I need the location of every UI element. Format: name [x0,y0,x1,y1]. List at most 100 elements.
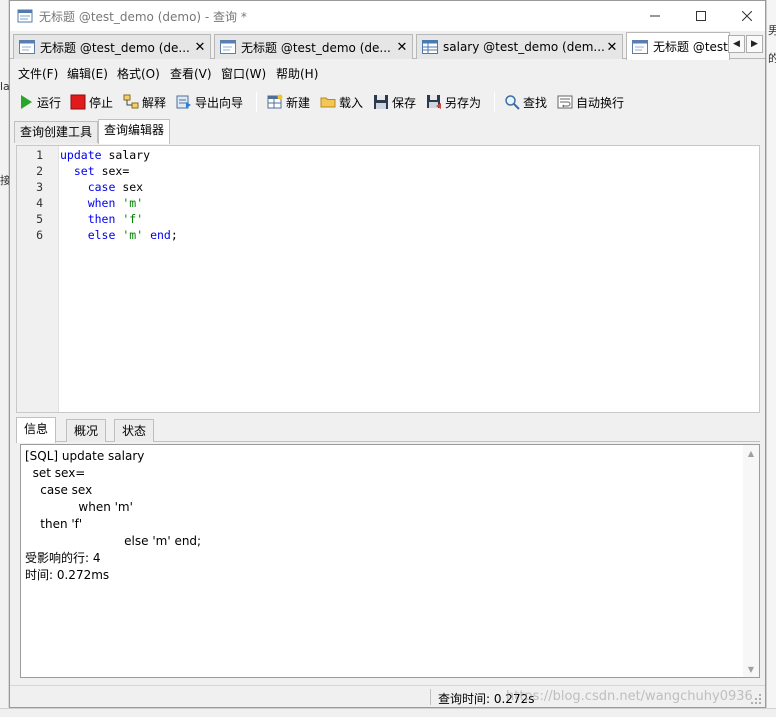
line-number: 4 [36,196,43,210]
load-label: 载入 [339,95,364,110]
window-title: 无标题 @test_demo (demo) - 查询 * [39,10,247,24]
tab-close-icon[interactable]: ✕ [605,40,619,55]
tab-status[interactable]: 状态 [114,419,155,442]
sql-identifier: sex= [94,164,130,178]
word-wrap-icon [557,95,573,109]
play-icon [21,95,32,109]
menu-help[interactable]: 帮助(H) [276,65,318,82]
word-wrap-button[interactable]: 自动换行 [557,92,624,112]
export-wizard-button[interactable]: 导出向导 [176,92,243,112]
status-separator [430,689,431,705]
background-app-right: 男 的 [766,0,776,717]
scroll-up-icon[interactable]: ▲ [743,445,759,461]
sql-editor[interactable]: 1 2 3 4 5 6 update salary set sex= case … [16,145,760,413]
tab-query-builder[interactable]: 查询创建工具 [14,121,99,143]
sql-punctuation: ; [170,228,178,242]
tab-close-icon[interactable]: ✕ [193,40,207,55]
menu-bar: 文件(F) 编辑(E) 格式(O) 查看(V) 窗口(W) 帮助(H) [10,60,765,86]
export-wizard-label: 导出向导 [195,95,244,110]
code-line: set sex= [60,163,129,179]
stop-label: 停止 [89,95,114,110]
explain-label: 解释 [142,95,167,110]
minimize-icon [650,15,660,17]
doc-tab-query-active[interactable]: 无标题 @test [626,32,730,60]
word-wrap-label: 自动换行 [576,95,625,110]
tab-profile[interactable]: 概况 [66,419,107,442]
menu-window[interactable]: 窗口(W) [221,65,266,82]
line-number-gutter: 1 2 3 4 5 6 [17,146,59,412]
navicat-app-icon [17,9,33,23]
run-button[interactable]: 运行 [18,92,61,112]
sql-string: 'f' [122,212,144,226]
find-label: 查找 [523,95,548,110]
doc-tab-label: salary @test_demo (dem... [443,40,605,54]
save-as-icon [427,95,441,109]
sql-keyword: update [60,148,102,162]
navicat-query-window: 无标题 @test_demo (demo) - 查询 * 无标题 @test_d… [9,0,766,708]
message-panel[interactable]: [SQL] update salary set sex= case sex wh… [20,444,760,678]
tab-close-icon[interactable]: ✕ [395,40,409,55]
scroll-down-icon[interactable]: ▼ [743,661,759,677]
folder-icon [320,97,336,108]
tab-info[interactable]: 信息 [16,417,57,443]
minimize-button[interactable] [632,1,678,31]
query-icon [220,40,236,54]
message-line: then 'f' [25,517,83,531]
load-button[interactable]: 载入 [320,92,363,112]
sql-string: 'm' [122,228,144,242]
doc-tab-label: 无标题 @test_demo (de... [241,40,391,55]
title-bar[interactable]: 无标题 @test_demo (demo) - 查询 * [10,1,765,31]
doc-tab-label: 无标题 @test_demo (de... [40,40,190,55]
explain-button[interactable]: 解释 [123,92,166,112]
query-icon [632,39,648,54]
new-query-icon [267,94,283,109]
resize-grip-icon[interactable] [750,693,762,705]
doc-tab-label: 无标题 @test [653,40,728,54]
save-as-label: 另存为 [445,95,482,110]
menu-view[interactable]: 查看(V) [170,65,212,82]
menu-file[interactable]: 文件(F) [18,65,58,82]
tab-query-editor[interactable]: 查询编辑器 [98,119,171,144]
close-button[interactable] [724,1,770,31]
status-bar: 查询时间: 0.272s https://blog.csdn.net/wangc… [10,685,765,707]
tab-scroll-left-button[interactable]: ◀ [728,35,745,53]
sql-string: 'm' [122,196,144,210]
explain-icon [123,94,139,109]
save-button[interactable]: 保存 [373,92,416,112]
save-label: 保存 [392,95,417,110]
close-icon [742,11,752,21]
menu-format[interactable]: 格式(O) [117,65,160,82]
message-line: 时间: 0.272ms [25,568,110,582]
sql-keyword: set [73,164,95,178]
new-button[interactable]: 新建 [267,92,310,112]
document-tab-strip: 无标题 @test_demo (de... ✕ 无标题 @test_demo (… [10,31,765,60]
line-number: 1 [36,148,43,162]
menu-edit[interactable]: 编辑(E) [67,65,108,82]
doc-tab-query-1[interactable]: 无标题 @test_demo (de... ✕ [13,34,211,59]
code-line: case sex [60,179,143,195]
find-button[interactable]: 查找 [504,92,547,112]
stop-button[interactable]: 停止 [70,92,113,112]
line-number: 6 [36,228,43,242]
code-line: then 'f' [60,211,143,227]
message-line: set sex= [25,466,86,480]
export-icon [176,95,191,109]
save-as-button[interactable]: 另存为 [426,92,481,112]
run-label: 运行 [37,95,62,110]
message-line: when 'm' [25,500,133,514]
doc-tab-query-2[interactable]: 无标题 @test_demo (de... ✕ [214,34,413,59]
code-line: update salary [60,147,150,163]
code-line: when 'm' [60,195,143,211]
search-icon [505,95,520,110]
doc-tab-salary-table[interactable]: salary @test_demo (dem... ✕ [416,34,623,59]
maximize-button[interactable] [678,1,724,31]
message-scrollbar[interactable]: ▲ ▼ [743,445,759,677]
tab-scroll-right-button[interactable]: ▶ [746,35,763,53]
table-icon [422,40,438,54]
background-app-left: la 接 [0,0,11,717]
sql-keyword: else [87,228,116,242]
new-label: 新建 [286,95,311,110]
